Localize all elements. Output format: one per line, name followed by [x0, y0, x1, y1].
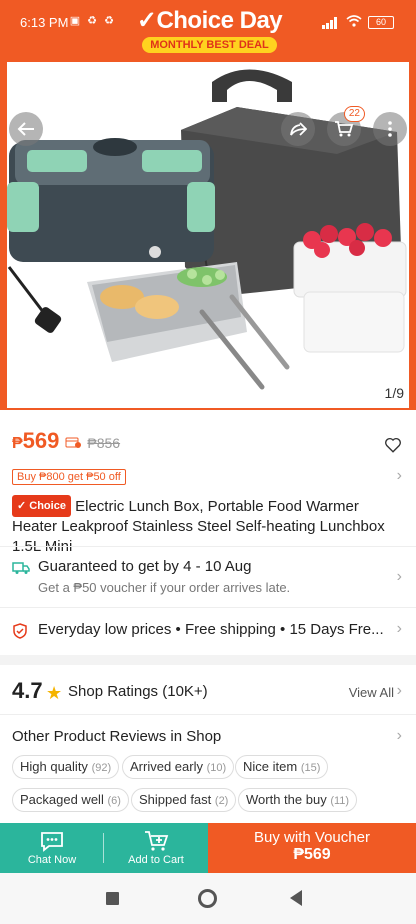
product-page: 6:13 PM ▣ ♻ ♻ 60 ✓Choice Day MONTHLY BES…	[0, 0, 416, 924]
signal-icon	[322, 16, 340, 29]
price-row: ₱569 ₱856	[12, 428, 120, 454]
wifi-icon	[346, 15, 362, 30]
shipping-chevron-icon: ›	[396, 568, 402, 585]
current-price: ₱569	[12, 428, 60, 453]
installment-icon	[65, 437, 82, 448]
shipping-title: Guaranteed to get by 4 - 10 Aug	[38, 558, 252, 575]
chat-now-label: Chat Now	[27, 854, 77, 866]
recycle-notification-icon: ♻	[87, 15, 97, 27]
back-triangle-icon[interactable]	[290, 890, 302, 906]
more-vertical-icon	[388, 121, 392, 137]
shipping-guarantee-row[interactable]: Guaranteed to get by 4 - 10 Aug Get a ₱5…	[0, 556, 416, 604]
chat-icon	[41, 832, 63, 852]
image-counter: 1/9	[384, 385, 404, 401]
recent-apps-icon[interactable]	[106, 892, 119, 905]
divider	[0, 607, 416, 608]
review-tag[interactable]: Packaged well (6)	[12, 788, 129, 812]
share-button[interactable]	[281, 112, 315, 146]
bottom-action-bar: Chat Now Add to Cart Buy with Voucher ₱5…	[0, 823, 416, 873]
add-to-cart-button[interactable]: Add to Cart	[104, 823, 208, 873]
notification-icons: ▣ ♻ ♻	[68, 14, 116, 28]
choice-day-banner: ✓Choice Day MONTHLY BEST DEAL	[132, 6, 287, 53]
brand-name: Choice Day	[156, 7, 283, 34]
home-icon[interactable]	[198, 889, 217, 908]
check-icon: ✓	[136, 7, 157, 34]
product-title: ✓ Choice Electric Lunch Box, Portable Fo…	[12, 495, 406, 557]
review-tag[interactable]: Shipped fast (2)	[131, 788, 237, 812]
cart-icon	[335, 121, 354, 137]
shop-ratings-row[interactable]: 4.7 ★ Shop Ratings (10K+) View All ›	[0, 676, 416, 710]
reviews-chevron-icon[interactable]: ›	[397, 727, 402, 745]
top-header: 6:13 PM ▣ ♻ ♻ 60 ✓Choice Day MONTHLY BES…	[0, 0, 416, 62]
voucher-row[interactable]: Buy ₱800 get ₱50 off	[12, 467, 126, 485]
original-price: ₱856	[87, 435, 121, 451]
voucher-tag[interactable]: Buy ₱800 get ₱50 off	[12, 469, 126, 485]
buy-with-voucher-button[interactable]: Buy with Voucher ₱569	[208, 823, 416, 873]
add-cart-icon	[145, 831, 169, 851]
buy-price: ₱569	[293, 846, 331, 863]
share-icon	[290, 122, 307, 136]
review-tag[interactable]: Arrived early (10)	[122, 755, 235, 779]
review-tag[interactable]: Nice item (15)	[235, 755, 329, 779]
back-button[interactable]	[9, 112, 43, 146]
status-time: 6:13 PM	[20, 15, 69, 30]
arrow-left-icon	[17, 122, 34, 136]
star-icon: ★	[46, 683, 63, 703]
chat-now-button[interactable]: Chat Now	[0, 823, 104, 873]
view-all-link[interactable]: View All	[349, 685, 394, 700]
recycle-notification-icon-2: ♻	[104, 15, 114, 27]
perks-text: Everyday low prices • Free shipping • 15…	[38, 621, 384, 638]
section-divider	[0, 655, 416, 665]
perks-chevron-icon: ›	[396, 620, 402, 637]
review-tag[interactable]: High quality (92)	[12, 755, 120, 779]
view-all-chevron-icon[interactable]: ›	[397, 682, 402, 700]
buy-label: Buy with Voucher	[254, 829, 370, 846]
review-tag[interactable]: Worth the buy (11)	[238, 788, 358, 812]
status-indicators: 60	[322, 15, 394, 30]
divider	[0, 546, 416, 547]
shield-check-icon	[13, 623, 27, 639]
reviews-title: Other Product Reviews in Shop	[12, 728, 222, 745]
add-to-cart-label: Add to Cart	[128, 854, 184, 866]
voucher-chevron-icon[interactable]: ›	[397, 467, 402, 485]
rating-label: Shop Ratings (10K+)	[68, 683, 208, 700]
shipping-subtitle: Get a ₱50 voucher if your order arrives …	[38, 580, 291, 595]
brand-title: ✓Choice Day	[132, 6, 287, 35]
cart-count-badge: 22	[343, 106, 365, 122]
service-perks-row[interactable]: Everyday low prices • Free shipping • 15…	[0, 618, 416, 642]
brand-subtitle: MONTHLY BEST DEAL	[142, 37, 277, 53]
cart-button[interactable]: 22	[327, 106, 365, 146]
choice-badge: ✓ Choice	[12, 495, 71, 517]
rating-score: 4.7	[12, 678, 43, 703]
truck-icon	[12, 562, 30, 574]
battery-icon: 60	[368, 16, 394, 29]
shop-notification-icon: ▣	[69, 15, 81, 27]
more-options-button[interactable]	[373, 112, 407, 146]
divider	[0, 714, 416, 715]
system-nav-bar	[0, 873, 416, 924]
wishlist-heart-icon[interactable]	[384, 436, 402, 454]
product-gallery[interactable]: 22 1/9	[0, 62, 416, 410]
